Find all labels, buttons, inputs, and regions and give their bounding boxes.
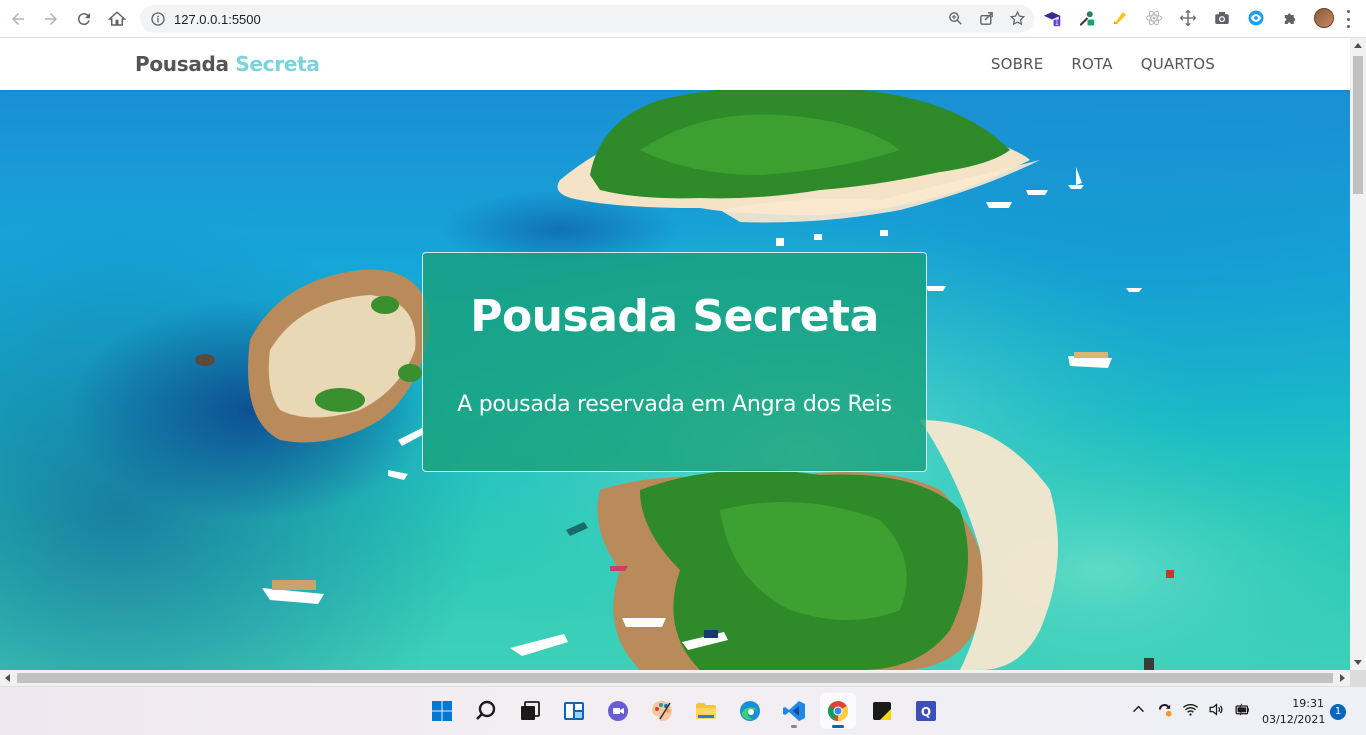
browser-toolbar: 127.0.0.1:5500 1: [0, 0, 1366, 38]
arrow-left-icon: [12, 12, 24, 25]
vertical-scrollbar[interactable]: [1350, 38, 1366, 670]
scroll-right-arrow[interactable]: [1340, 674, 1345, 682]
wifi-icon[interactable]: [1182, 701, 1199, 718]
hero-caption-box: Pousada Secreta A pousada reservada em A…: [422, 252, 927, 472]
camera-icon: [1215, 12, 1229, 24]
svg-text:Q: Q: [921, 705, 931, 719]
forward-button[interactable]: [36, 4, 66, 34]
sticky-note-icon: [873, 702, 891, 720]
hero-section: Pousada Secreta A pousada reservada em A…: [0, 90, 1350, 670]
paint-app[interactable]: [644, 693, 680, 729]
notification-badge[interactable]: 1: [1330, 704, 1346, 720]
scroll-up-arrow[interactable]: [1354, 43, 1362, 48]
chrome-icon: [828, 701, 849, 722]
arrow-right-icon: [45, 12, 57, 25]
brand-main: Pousada: [135, 52, 229, 76]
taskbar-clock[interactable]: 19:31 03/12/2021: [1262, 696, 1326, 728]
system-tray: [1130, 701, 1251, 718]
clock-date: 03/12/2021: [1262, 713, 1326, 726]
edge-app[interactable]: [732, 693, 768, 729]
taskbar-apps: Q: [424, 693, 944, 729]
volume-icon[interactable]: [1208, 701, 1225, 718]
nav-link-sobre[interactable]: SOBRE: [991, 55, 1044, 73]
nav-links: SOBRE ROTA QUARTOS: [991, 55, 1215, 73]
scrollbar-corner: [1350, 670, 1366, 686]
folder-icon: [696, 703, 716, 719]
home-button[interactable]: [102, 4, 132, 34]
puzzle-icon: [1284, 13, 1296, 24]
file-explorer-app[interactable]: [688, 693, 724, 729]
reload-button[interactable]: [69, 4, 99, 34]
profile-button[interactable]: [1312, 6, 1336, 30]
search-button[interactable]: [468, 693, 504, 729]
highlighter-icon: [1114, 12, 1126, 24]
extensions-bar: 1: [1040, 6, 1336, 30]
brand-accent: Secreta: [235, 52, 320, 76]
eye-extension[interactable]: [1244, 6, 1268, 30]
palette-icon: [652, 701, 672, 721]
clock-time: 19:31: [1292, 697, 1324, 710]
sync-icon[interactable]: [1156, 701, 1173, 718]
bookmark-star-icon[interactable]: [1009, 10, 1026, 27]
browser-menu-button[interactable]: [1342, 10, 1354, 28]
move-extension[interactable]: [1176, 6, 1200, 30]
page-viewport: Pousada Secreta SOBRE ROTA QUARTOS Pousa…: [0, 38, 1350, 670]
react-atom-icon: [1145, 10, 1163, 26]
q-app[interactable]: Q: [908, 693, 944, 729]
running-indicator: [791, 725, 797, 728]
hero-title: Pousada Secreta: [470, 291, 879, 342]
chevron-up-icon[interactable]: [1130, 701, 1147, 718]
widgets-button[interactable]: [556, 693, 592, 729]
puzzle-extension[interactable]: [1278, 6, 1302, 30]
highlighter-extension[interactable]: [1108, 6, 1132, 30]
eyedropper-extension[interactable]: [1074, 6, 1098, 30]
graduation-cap-extension[interactable]: 1: [1040, 6, 1064, 30]
sticky-notes-app[interactable]: [864, 693, 900, 729]
zoom-icon[interactable]: [947, 10, 964, 27]
chat-icon: [608, 701, 628, 721]
extension-badge: 1: [1055, 20, 1059, 27]
windows-taskbar: Q 19:31 03/12/2021 1: [0, 686, 1366, 735]
reload-icon: [77, 12, 90, 25]
horizontal-scroll-thumb[interactable]: [17, 673, 1333, 683]
brand-logo[interactable]: Pousada Secreta: [135, 52, 320, 76]
battery-icon[interactable]: [1234, 701, 1251, 718]
q-app-icon: Q: [916, 701, 936, 721]
hero-subtitle: A pousada reservada em Angra dos Reis: [457, 392, 892, 417]
vertical-scroll-thumb[interactable]: [1353, 56, 1363, 194]
graduation-cap-icon: 1: [1043, 12, 1061, 27]
react-devtools-extension[interactable]: [1142, 6, 1166, 30]
scroll-down-arrow[interactable]: [1354, 660, 1362, 665]
chrome-app[interactable]: [820, 693, 856, 729]
address-bar[interactable]: 127.0.0.1:5500: [140, 5, 1034, 33]
horizontal-scrollbar[interactable]: [0, 670, 1350, 686]
search-icon: [476, 700, 496, 720]
nav-link-quartos[interactable]: QUARTOS: [1141, 55, 1215, 73]
windows-logo-icon: [432, 701, 452, 721]
home-icon: [108, 10, 126, 26]
url-text: 127.0.0.1:5500: [174, 11, 261, 27]
active-indicator: [832, 725, 844, 728]
scroll-left-arrow[interactable]: [5, 674, 10, 682]
omnibox-actions: [947, 10, 1026, 27]
share-icon[interactable]: [978, 10, 995, 27]
camera-extension[interactable]: [1210, 6, 1234, 30]
eye-icon: [1248, 10, 1264, 26]
edge-icon: [740, 701, 760, 721]
avatar: [1314, 8, 1334, 28]
vscode-icon: [783, 701, 805, 721]
start-button[interactable]: [424, 693, 460, 729]
info-icon[interactable]: [150, 11, 166, 27]
chat-button[interactable]: [600, 693, 636, 729]
task-view-icon: [521, 701, 540, 720]
move-cross-icon: [1179, 9, 1197, 27]
task-view-button[interactable]: [512, 693, 548, 729]
eyedropper-icon: [1080, 11, 1095, 26]
back-button[interactable]: [3, 4, 33, 34]
nav-link-rota[interactable]: ROTA: [1071, 55, 1112, 73]
site-navbar: Pousada Secreta SOBRE ROTA QUARTOS: [0, 38, 1350, 90]
widgets-icon: [564, 702, 584, 720]
vscode-app[interactable]: [776, 693, 812, 729]
